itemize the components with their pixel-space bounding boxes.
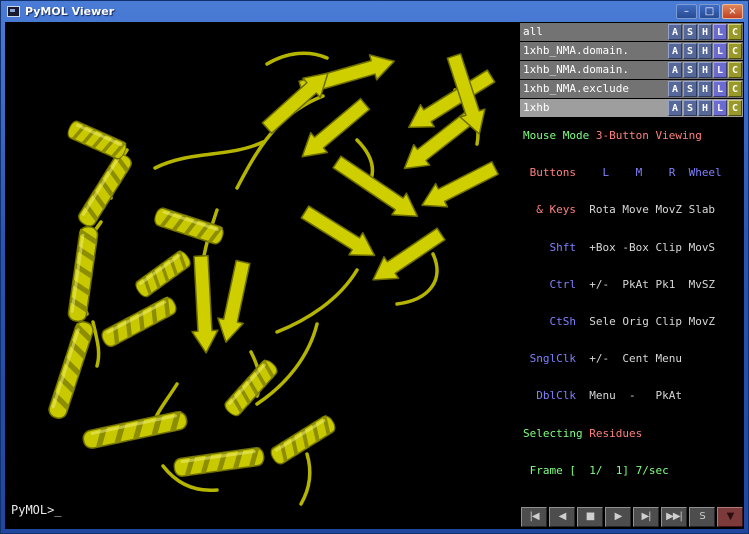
mouse-line-segment: +/- Cent Menu (576, 352, 682, 365)
viewport[interactable]: PyMOL>_ (5, 22, 519, 529)
helix-ribbons (47, 120, 337, 478)
hide-button[interactable]: H (698, 81, 712, 97)
command-prompt[interactable]: PyMOL>_ (11, 503, 62, 517)
client-area: PyMOL>_ all A S H L C 1xhb_NMA.domain. A… (5, 22, 744, 529)
action-button[interactable]: A (668, 81, 682, 97)
label-button[interactable]: L (713, 62, 727, 78)
mouse-line-segment[interactable]: 3-Button Viewing (596, 129, 702, 142)
color-button[interactable]: C (728, 43, 742, 59)
close-button[interactable]: × (722, 4, 743, 19)
title-bar[interactable]: PyMOL Viewer – □ × (4, 2, 745, 21)
mouse-line-segment: Rota Move MovZ Slab (576, 203, 715, 216)
movie-previous-button[interactable]: ◀ (549, 507, 575, 527)
minimize-button[interactable]: – (676, 4, 697, 19)
selecting-mode-line[interactable]: Selecting Residues (523, 428, 744, 440)
frame-counter-line: Frame [ 1/ 1] 7/sec (523, 465, 744, 477)
object-name[interactable]: 1xhb_NMA.exclude (520, 80, 668, 98)
color-button[interactable]: C (728, 62, 742, 78)
object-name[interactable]: 1xhb_NMA.domain. (520, 61, 668, 79)
object-panel: all A S H L C 1xhb_NMA.domain. A S H L C… (520, 23, 743, 118)
movie-play-button[interactable]: ▶ (605, 507, 631, 527)
object-row[interactable]: all A S H L C (520, 23, 743, 41)
show-button[interactable]: S (683, 43, 697, 59)
mouse-panel-line: Shft +Box -Box Clip MovS (523, 242, 744, 254)
object-name[interactable]: all (520, 23, 668, 41)
object-name[interactable]: 1xhb_NMA.domain. (520, 42, 668, 60)
mouse-mode-line[interactable]: Mouse Mode 3-Button Viewing (523, 130, 744, 142)
mouse-panel-line: Buttons L M R Wheel (523, 167, 744, 179)
hide-button[interactable]: H (698, 24, 712, 40)
movie-controls: |◀ ◀ ■ ▶ ▶| ▶▶| S ▼ (521, 507, 743, 527)
movie-menu-button[interactable]: ▼ (717, 507, 743, 527)
show-button[interactable]: S (683, 81, 697, 97)
pymol-window: PyMOL Viewer – □ × (0, 0, 749, 534)
mouse-line-segment: Ctrl (523, 278, 576, 291)
color-button[interactable]: C (728, 81, 742, 97)
internal-gui-panel: all A S H L C 1xhb_NMA.domain. A S H L C… (520, 22, 744, 529)
movie-first-button[interactable]: |◀ (521, 507, 547, 527)
movie-next-button[interactable]: ▶| (633, 507, 659, 527)
hide-button[interactable]: H (698, 62, 712, 78)
window-title: PyMOL Viewer (25, 5, 114, 18)
mouse-panel-line: Ctrl +/- PkAt Pk1 MvSZ (523, 279, 744, 291)
action-button[interactable]: A (668, 24, 682, 40)
mouse-line-segment: Shft (523, 241, 576, 254)
mouse-line-segment: DblClk (523, 389, 576, 402)
mouse-panel-line: CtSh Sele Orig Clip MovZ (523, 316, 744, 328)
mouse-line-segment: Selecting (523, 427, 589, 440)
action-button[interactable]: A (668, 43, 682, 59)
maximize-button[interactable]: □ (699, 4, 720, 19)
color-button[interactable]: C (728, 24, 742, 40)
label-button[interactable]: L (713, 81, 727, 97)
show-button[interactable]: S (683, 24, 697, 40)
object-row[interactable]: 1xhb_NMA.domain. A S H L C (520, 61, 743, 79)
mouse-line-segment: Buttons (523, 166, 576, 179)
movie-stop-button[interactable]: ■ (577, 507, 603, 527)
mouse-panel-line: SnglClk +/- Cent Menu (523, 353, 744, 365)
protein-structure[interactable] (5, 22, 519, 529)
label-button[interactable]: L (713, 24, 727, 40)
show-button[interactable]: S (683, 62, 697, 78)
label-button[interactable]: L (713, 43, 727, 59)
mouse-line-segment: Menu - PkAt (576, 389, 682, 402)
app-icon (7, 6, 20, 17)
object-row[interactable]: 1xhb_NMA.exclude A S H L C (520, 80, 743, 98)
action-button[interactable]: A (668, 62, 682, 78)
hide-button[interactable]: H (698, 43, 712, 59)
mouse-line-segment: Sele Orig Clip MovZ (576, 315, 715, 328)
mouse-line-segment: L M R Wheel (576, 166, 722, 179)
mouse-line-segment: SnglClk (523, 352, 576, 365)
scene-button[interactable]: S (689, 507, 715, 527)
object-row[interactable]: 1xhb_NMA.domain. A S H L C (520, 42, 743, 60)
movie-last-button[interactable]: ▶▶| (661, 507, 687, 527)
mouse-line-segment: +/- PkAt Pk1 MvSZ (576, 278, 715, 291)
beta-sheet-arrows (188, 49, 501, 354)
mouse-panel-line: & Keys Rota Move MovZ Slab (523, 204, 744, 216)
mouse-panel: Mouse Mode 3-Button Viewing Buttons L M … (523, 105, 744, 502)
mouse-line-segment: & Keys (523, 203, 576, 216)
mouse-line-segment[interactable]: Residues (589, 427, 642, 440)
mouse-line-segment: +Box -Box Clip MovS (576, 241, 715, 254)
mouse-line-segment: Frame [ 1/ 1] 7/sec (523, 464, 669, 477)
window-controls: – □ × (676, 4, 743, 19)
mouse-line-segment: CtSh (523, 315, 576, 328)
mouse-panel-line: DblClk Menu - PkAt (523, 390, 744, 402)
mouse-line-segment: Mouse Mode (523, 129, 596, 142)
